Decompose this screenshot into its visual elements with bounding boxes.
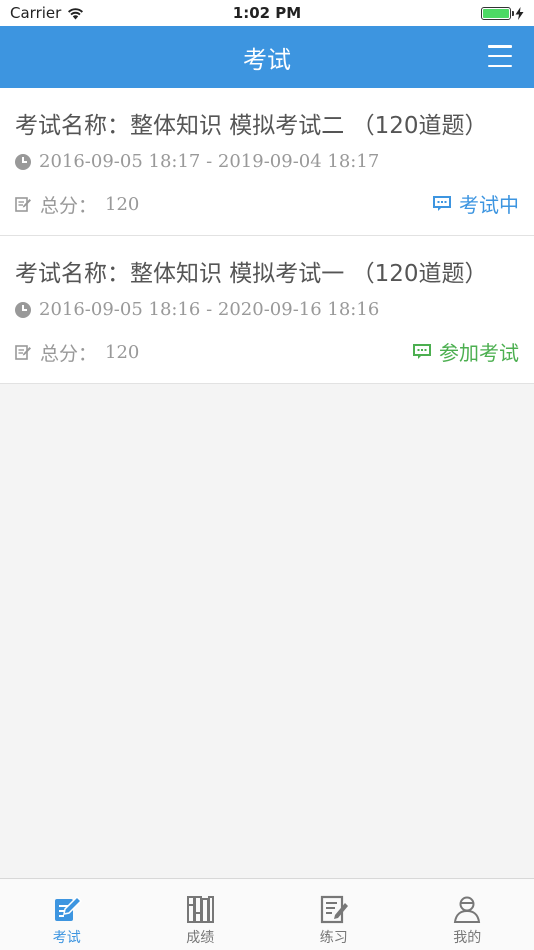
tab-label: 成绩: [186, 930, 215, 946]
tab-scores[interactable]: 成绩: [134, 879, 268, 950]
edit-icon: [15, 345, 31, 360]
carrier-label: Carrier: [10, 4, 62, 22]
exam-list: 考试名称：整体知识 模拟考试二 （120道题） 2016-09-05 18:17…: [0, 88, 534, 384]
tab-practice[interactable]: 练习: [267, 879, 401, 950]
tab-bar: 考试 成绩 练习 我的: [0, 878, 534, 950]
exam-score-row: 总分： 120: [15, 339, 139, 366]
exam-status-button[interactable]: 考试中: [433, 189, 519, 218]
exam-card[interactable]: 考试名称：整体知识 模拟考试二 （120道题） 2016-09-05 18:17…: [0, 88, 534, 236]
menu-icon-line: [488, 64, 512, 67]
menu-button[interactable]: [488, 45, 512, 67]
tab-label: 练习: [319, 930, 348, 946]
nav-bar: 考试: [0, 26, 534, 88]
battery-icon: [481, 6, 514, 20]
profile-icon: [454, 896, 481, 923]
clock-icon: [15, 301, 31, 318]
status-bar: Carrier 1:02 PM: [0, 0, 534, 26]
books-icon: [187, 896, 215, 923]
wifi-icon: [68, 7, 84, 19]
exam-status-label: 参加考试: [439, 341, 519, 365]
menu-icon-line: [488, 45, 512, 48]
exam-time-row: 2016-09-05 18:17 - 2019-09-04 18:17: [15, 151, 379, 172]
exam-title: 考试名称：整体知识 模拟考试一 （120道题）: [15, 261, 488, 287]
join-exam-button[interactable]: 参加考试: [413, 337, 519, 366]
exam-icon: [54, 895, 82, 921]
status-left: Carrier: [10, 4, 84, 22]
edit-icon: [15, 197, 31, 212]
comment-icon: [413, 343, 431, 359]
score-value: 120: [105, 194, 140, 215]
exam-time-range: 2016-09-05 18:16 - 2020-09-16 18:16: [39, 299, 380, 320]
exam-status-label: 考试中: [459, 193, 519, 217]
score-label: 总分：: [40, 195, 98, 217]
comment-icon: [433, 195, 451, 211]
exam-title: 考试名称：整体知识 模拟考试二 （120道题）: [15, 113, 488, 139]
score-value: 120: [105, 342, 140, 363]
score-label: 总分：: [40, 343, 98, 365]
exam-card[interactable]: 考试名称：整体知识 模拟考试一 （120道题） 2016-09-05 18:16…: [0, 236, 534, 384]
clock-icon: [15, 153, 31, 170]
exam-time-row: 2016-09-05 18:16 - 2020-09-16 18:16: [15, 299, 379, 320]
charging-bolt-icon: [515, 6, 524, 20]
tab-mine[interactable]: 我的: [401, 879, 534, 950]
exam-score-row: 总分： 120: [15, 191, 139, 218]
page-title: 考试: [243, 45, 291, 74]
tab-exam[interactable]: 考试: [0, 879, 134, 950]
menu-icon-line: [488, 54, 512, 58]
notebook-icon: [320, 895, 348, 924]
exam-time-range: 2016-09-05 18:17 - 2019-09-04 18:17: [39, 151, 380, 172]
tab-label: 考试: [52, 930, 81, 946]
tab-label: 我的: [453, 930, 482, 946]
status-right: [481, 6, 524, 20]
